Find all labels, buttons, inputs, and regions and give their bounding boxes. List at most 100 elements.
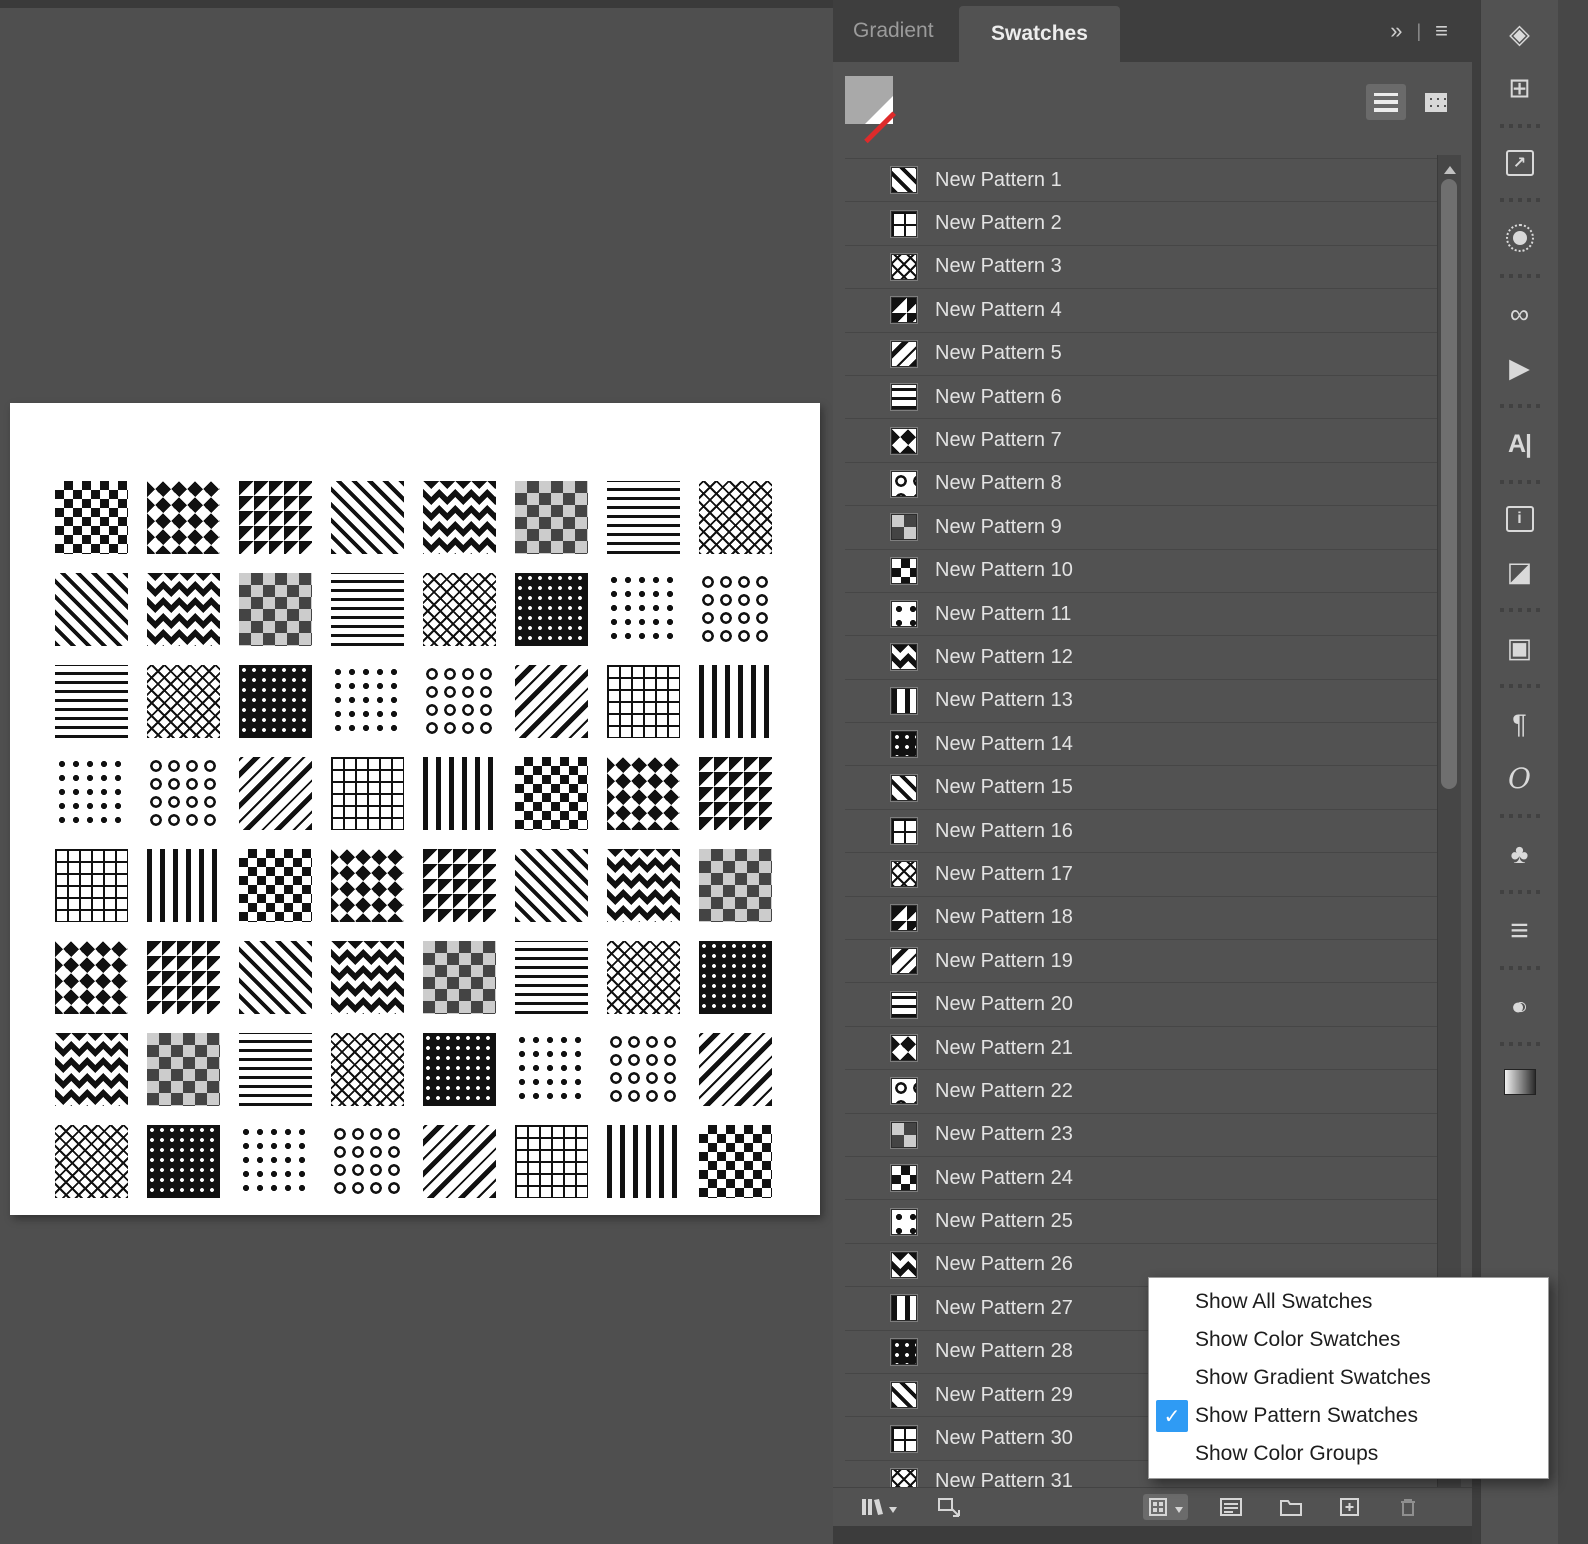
- swatch-row[interactable]: New Pattern 7: [845, 419, 1437, 462]
- swatch-row[interactable]: New Pattern 22: [845, 1070, 1437, 1113]
- export-icon[interactable]: ↗: [1506, 150, 1534, 176]
- swatch-options-button[interactable]: [1214, 1494, 1248, 1520]
- swatch-row[interactable]: New Pattern 21: [845, 1027, 1437, 1070]
- add-swatches-button[interactable]: [932, 1493, 966, 1521]
- pattern-tile[interactable]: [55, 665, 128, 738]
- pattern-tile[interactable]: [699, 665, 772, 738]
- pattern-tile[interactable]: [239, 1033, 312, 1106]
- pattern-tile[interactable]: [515, 481, 588, 554]
- swatch-row[interactable]: New Pattern 16: [845, 810, 1437, 853]
- pattern-tile[interactable]: [239, 481, 312, 554]
- swatch-row[interactable]: New Pattern 20: [845, 983, 1437, 1026]
- swatch-row[interactable]: New Pattern 9: [845, 506, 1437, 549]
- swatch-row[interactable]: New Pattern 13: [845, 680, 1437, 723]
- grid-view-button[interactable]: [1416, 84, 1456, 120]
- pattern-tile[interactable]: [331, 1033, 404, 1106]
- artboards-icon[interactable]: ⊞: [1481, 66, 1558, 110]
- pattern-tile[interactable]: [55, 941, 128, 1014]
- document-info-icon[interactable]: i: [1506, 506, 1534, 532]
- swatch-row[interactable]: New Pattern 14: [845, 723, 1437, 766]
- paragraph-icon[interactable]: ¶: [1481, 702, 1558, 746]
- pattern-tile[interactable]: [147, 941, 220, 1014]
- pattern-tile[interactable]: [331, 573, 404, 646]
- swatch-row[interactable]: New Pattern 23: [845, 1114, 1437, 1157]
- pattern-tile[interactable]: [515, 849, 588, 922]
- collapse-panel-icon[interactable]: »: [1390, 18, 1402, 44]
- pattern-tile[interactable]: [239, 665, 312, 738]
- pattern-tile[interactable]: [607, 757, 680, 830]
- pattern-tile[interactable]: [55, 1033, 128, 1106]
- menu-item[interactable]: Show Gradient Swatches: [1149, 1359, 1548, 1397]
- swatch-row[interactable]: New Pattern 12: [845, 636, 1437, 679]
- swatch-row[interactable]: New Pattern 5: [845, 333, 1437, 376]
- layers-icon[interactable]: ◈: [1481, 12, 1558, 56]
- appearance-icon[interactable]: [1506, 224, 1534, 252]
- swatch-row[interactable]: New Pattern 10: [845, 550, 1437, 593]
- scroll-up-icon[interactable]: [1444, 160, 1456, 174]
- pattern-tile[interactable]: [423, 757, 496, 830]
- pattern-tile[interactable]: [147, 757, 220, 830]
- pattern-tile[interactable]: [515, 665, 588, 738]
- scrollbar-thumb[interactable]: [1441, 179, 1457, 789]
- pattern-tile[interactable]: [331, 481, 404, 554]
- pattern-tile[interactable]: [515, 757, 588, 830]
- pattern-tile[interactable]: [239, 757, 312, 830]
- pattern-tile[interactable]: [147, 849, 220, 922]
- pattern-tile[interactable]: [239, 941, 312, 1014]
- swatch-row[interactable]: New Pattern 18: [845, 897, 1437, 940]
- pattern-tile[interactable]: [607, 573, 680, 646]
- pattern-tile[interactable]: [239, 1125, 312, 1198]
- pattern-tile[interactable]: [515, 1125, 588, 1198]
- pattern-tile[interactable]: [331, 665, 404, 738]
- panel-menu-icon[interactable]: ≡: [1435, 18, 1448, 44]
- pattern-tile[interactable]: [699, 941, 772, 1014]
- swatch-row[interactable]: New Pattern 1: [845, 159, 1437, 202]
- pattern-tile[interactable]: [699, 1125, 772, 1198]
- pattern-tile[interactable]: [607, 1125, 680, 1198]
- pattern-tile[interactable]: [699, 757, 772, 830]
- glyphs-icon[interactable]: O: [1481, 756, 1558, 800]
- pattern-tile[interactable]: [423, 665, 496, 738]
- pattern-tile[interactable]: [423, 1125, 496, 1198]
- pattern-tile[interactable]: [239, 849, 312, 922]
- pattern-tile[interactable]: [147, 665, 220, 738]
- new-color-group-button[interactable]: [1274, 1494, 1308, 1520]
- pattern-tile[interactable]: [515, 941, 588, 1014]
- pattern-tile[interactable]: [147, 481, 220, 554]
- pattern-tile[interactable]: [423, 573, 496, 646]
- pattern-tile[interactable]: [423, 481, 496, 554]
- pattern-tile[interactable]: [147, 1033, 220, 1106]
- gradient-swatch-icon[interactable]: [1504, 1069, 1536, 1095]
- pattern-tile[interactable]: [607, 941, 680, 1014]
- character-icon[interactable]: A|: [1481, 422, 1558, 466]
- pattern-tile[interactable]: [331, 757, 404, 830]
- new-swatch-button[interactable]: [1334, 1494, 1366, 1520]
- swatch-row[interactable]: New Pattern 19: [845, 940, 1437, 983]
- pattern-tile[interactable]: [55, 573, 128, 646]
- pattern-tile[interactable]: [699, 481, 772, 554]
- pattern-tile[interactable]: [699, 573, 772, 646]
- pattern-tile[interactable]: [607, 665, 680, 738]
- pattern-tile[interactable]: [423, 849, 496, 922]
- swatch-row[interactable]: New Pattern 15: [845, 766, 1437, 809]
- pattern-tile[interactable]: [607, 1033, 680, 1106]
- transparency-icon[interactable]: ●○: [1476, 984, 1564, 1028]
- pattern-tile[interactable]: [55, 1125, 128, 1198]
- swatch-kinds-button[interactable]: [1143, 1494, 1188, 1520]
- menu-item[interactable]: Show Color Groups: [1149, 1435, 1548, 1473]
- swatch-row[interactable]: New Pattern 11: [845, 593, 1437, 636]
- pattern-tile[interactable]: [55, 849, 128, 922]
- swatch-row[interactable]: New Pattern 6: [845, 376, 1437, 419]
- pattern-tile[interactable]: [515, 573, 588, 646]
- tab-gradient[interactable]: Gradient: [853, 0, 934, 62]
- artboard-panel-icon[interactable]: ▣: [1481, 626, 1558, 670]
- tab-swatches[interactable]: Swatches: [959, 6, 1120, 62]
- menu-item[interactable]: ✓Show Pattern Swatches: [1149, 1397, 1548, 1435]
- swatch-row[interactable]: New Pattern 4: [845, 289, 1437, 332]
- pattern-tile[interactable]: [699, 1033, 772, 1106]
- pattern-tile[interactable]: [147, 1125, 220, 1198]
- pattern-tile[interactable]: [331, 941, 404, 1014]
- swatch-row[interactable]: New Pattern 8: [845, 463, 1437, 506]
- delete-swatch-button[interactable]: [1392, 1494, 1424, 1520]
- pattern-tile[interactable]: [55, 757, 128, 830]
